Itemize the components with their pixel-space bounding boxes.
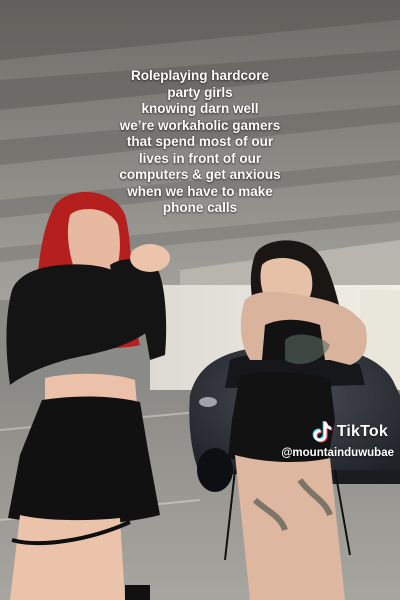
caption-line: computers & get anxious <box>119 167 281 182</box>
video-caption: Roleplaying hardcore party girls knowing… <box>60 68 340 217</box>
caption-line: Roleplaying hardcore <box>130 68 270 83</box>
caption-line: party girls <box>167 84 233 100</box>
caption-line: knowing darn well <box>141 101 259 116</box>
tiktok-watermark: TikTok @mountainduwubae <box>262 420 398 459</box>
tiktok-brand-label: TikTok <box>336 423 388 440</box>
caption-line: when we have to make <box>127 183 273 199</box>
tiktok-logo-icon <box>312 421 332 443</box>
caption-line: that spend most of our <box>126 134 274 149</box>
caption-line: we’re workaholic gamers <box>119 117 281 133</box>
tiktok-brand-row: TikTok <box>262 420 398 444</box>
caption-line: lives in front of our <box>138 150 262 166</box>
caption-line: phone calls <box>162 200 238 215</box>
creator-handle: @mountainduwubae <box>281 447 394 459</box>
